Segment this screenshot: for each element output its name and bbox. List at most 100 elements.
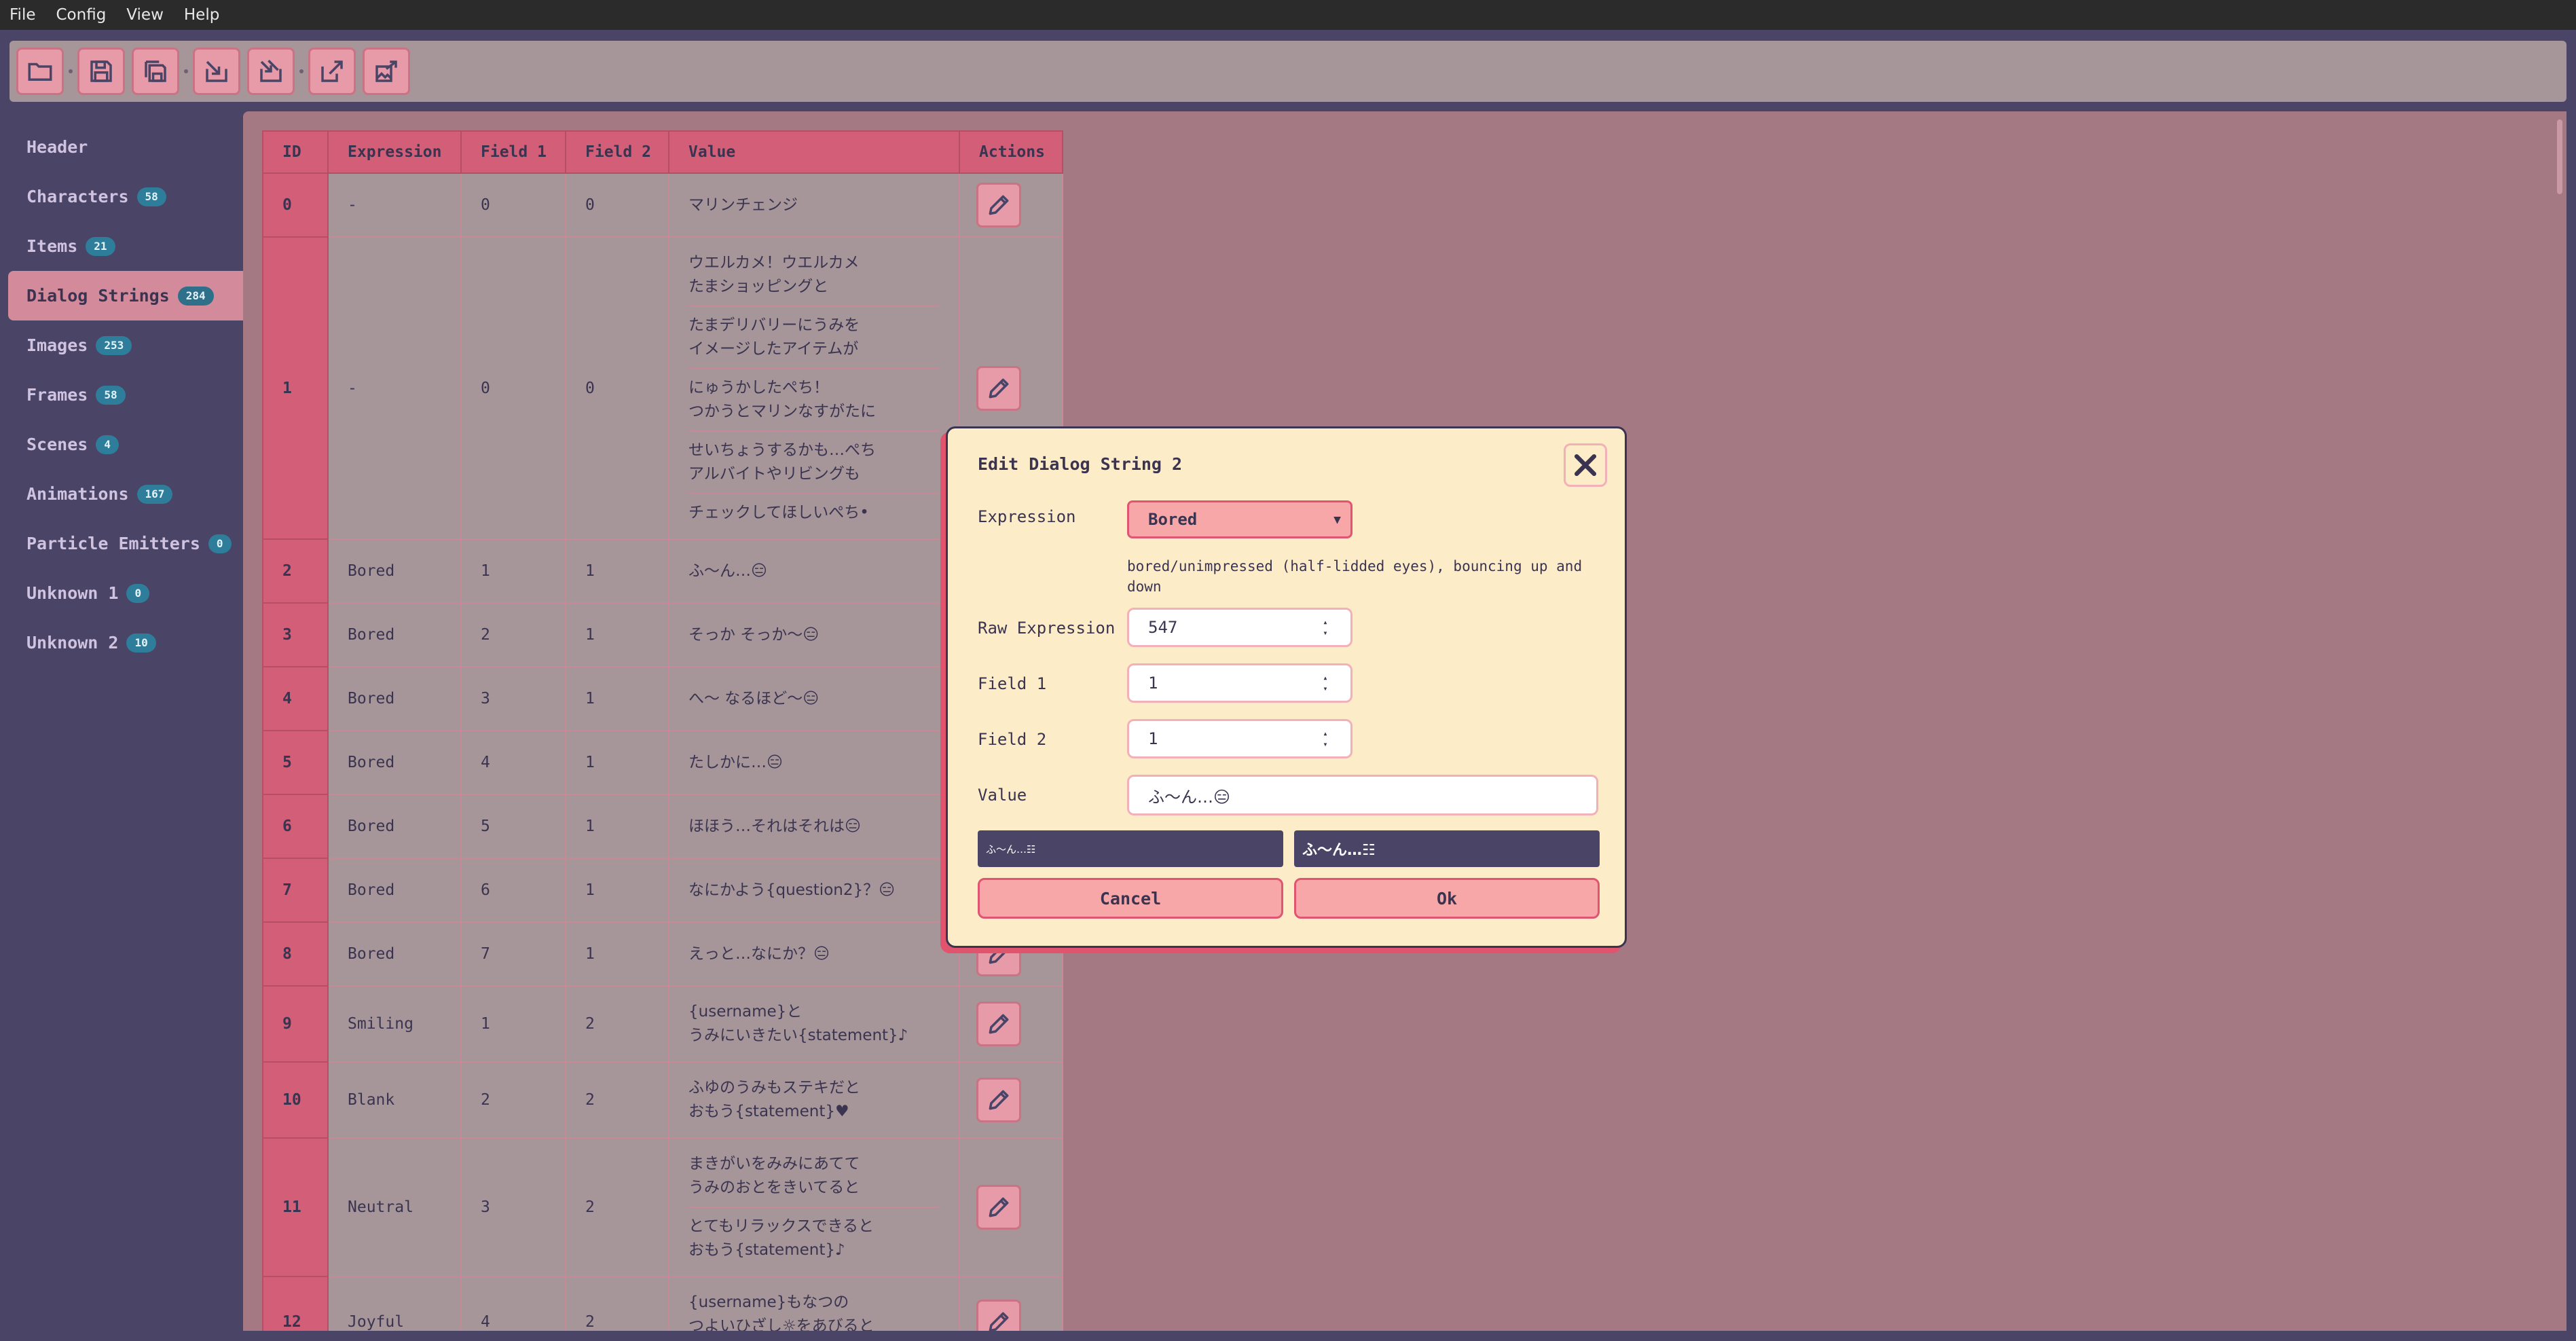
field-1-label: Field 1	[978, 674, 1047, 693]
value-line: へ〜 なるほど〜😑	[688, 689, 820, 708]
cell-expression: Blank	[327, 1061, 462, 1139]
import-all-button[interactable]	[247, 48, 295, 95]
cell-value: まきがいをみみにあてて うみのおとをきいてると とてもリラックスできると おもう{…	[668, 1137, 960, 1277]
cell-id: 5	[262, 730, 329, 795]
spinner-arrows-icon[interactable]: ▴ ▾	[1321, 618, 1330, 637]
column-header-id[interactable]: ID	[262, 130, 329, 174]
sidebar-item-header[interactable]: Header	[0, 122, 243, 172]
pencil-icon	[986, 1194, 1012, 1220]
ok-button[interactable]: Ok	[1294, 878, 1600, 919]
sidebar-item-characters[interactable]: Characters 58	[0, 172, 243, 221]
table-row: 8 Bored 7 1 えっと…なにか？😑	[262, 921, 1063, 987]
spinner-arrows-icon[interactable]: ▴ ▾	[1321, 674, 1330, 693]
value-line: たまデリバリーにうみを イメージしたアイテムが	[688, 307, 940, 369]
folder-open-icon	[28, 62, 52, 81]
sidebar-item-scenes[interactable]: Scenes 4	[0, 420, 243, 469]
export-image-button[interactable]	[363, 48, 410, 95]
cell-value: たしかに…😑	[668, 730, 960, 795]
cell-id: 2	[262, 538, 329, 604]
cell-expression: Bored	[327, 538, 462, 604]
table-row: 6 Bored 5 1 ほほう…それはそれは😑	[262, 794, 1063, 859]
cell-field-2: 1	[565, 730, 669, 795]
close-button[interactable]	[1564, 443, 1607, 487]
expression-selected-value: Bored	[1148, 510, 1198, 529]
edit-dialog: Edit Dialog String 2 Expression Bored ▼ …	[946, 426, 1627, 948]
import-button[interactable]	[193, 48, 240, 95]
export-button[interactable]	[308, 48, 356, 95]
column-header-field-1[interactable]: Field 1	[460, 130, 566, 174]
cell-value: ふ〜ん…😑	[668, 538, 960, 604]
toolbar-separator	[298, 68, 305, 75]
cell-expression: Bored	[327, 602, 462, 667]
sidebar-item-label: Animations	[26, 484, 129, 504]
field-2-input[interactable]: 1 ▴ ▾	[1127, 719, 1353, 758]
cell-field-1: 4	[460, 730, 566, 795]
cell-id: 4	[262, 666, 329, 731]
cell-value: {username}もなつの つよいひざし☼をあびると	[668, 1276, 960, 1331]
value-line: せいちょうするかも…ぺち アルバイトやリビングも	[688, 432, 940, 494]
toolbar	[10, 41, 2566, 102]
table-row: 3 Bored 2 1 そっか そっか〜😑	[262, 602, 1063, 667]
expression-select[interactable]: Bored ▼	[1127, 500, 1353, 538]
preview-small: ふ〜ん…☷	[978, 830, 1283, 867]
count-badge: 0	[208, 534, 232, 553]
sidebar-item-animations[interactable]: Animations 167	[0, 469, 243, 519]
save-button[interactable]	[77, 48, 125, 95]
sidebar-item-label: Images	[26, 335, 88, 355]
count-badge: 58	[96, 385, 126, 405]
menu-config[interactable]: Config	[56, 6, 107, 24]
spinner-arrows-icon[interactable]: ▴ ▾	[1321, 729, 1330, 748]
expression-label: Expression	[978, 507, 1076, 526]
cell-expression: Bored	[327, 666, 462, 731]
sidebar-item-frames[interactable]: Frames 58	[0, 370, 243, 420]
cell-expression: Neutral	[327, 1137, 462, 1277]
open-button[interactable]	[16, 48, 64, 95]
vertical-scrollbar[interactable]	[2557, 120, 2562, 194]
menu-help[interactable]: Help	[184, 6, 219, 24]
value-line: マリンチェンジ	[688, 196, 798, 214]
sidebar-item-images[interactable]: Images 253	[0, 320, 243, 370]
edit-button[interactable]	[976, 183, 1021, 227]
column-header-field-2[interactable]: Field 2	[565, 130, 669, 174]
export-image-icon	[375, 60, 397, 82]
edit-button[interactable]	[976, 1002, 1021, 1046]
cell-value: ほほう…それはそれは😑	[668, 794, 960, 859]
value-input[interactable]: ふ〜ん…😑	[1127, 775, 1598, 815]
table-row: 2 Bored 1 1 ふ〜ん…😑	[262, 538, 1063, 604]
field-1-input[interactable]: 1 ▴ ▾	[1127, 663, 1353, 703]
edit-button[interactable]	[976, 1185, 1021, 1230]
cell-value: えっと…なにか？😑	[668, 921, 960, 987]
cell-field-2: 2	[565, 1276, 669, 1331]
cell-field-1: 4	[460, 1276, 566, 1331]
sidebar-item-unknown-1[interactable]: Unknown 1 0	[0, 568, 243, 618]
edit-button[interactable]	[976, 1300, 1021, 1331]
edit-button[interactable]	[976, 365, 1021, 411]
table-row: 9 Smiling 1 2 {username}と うみにいきたい{statement}…	[262, 985, 1063, 1063]
save-all-button[interactable]	[132, 48, 179, 95]
cell-field-1: 3	[460, 666, 566, 731]
table-body: 0-0 0 マリンチェンジ 1-0 0 ウエルカメ！ウエルカメ たまショッピングと たまデリ…	[262, 172, 1063, 1331]
sidebar-item-unknown-2[interactable]: Unknown 2 10	[0, 618, 243, 667]
sidebar-item-items[interactable]: Items 21	[0, 221, 243, 271]
sidebar-item-label: Scenes	[26, 435, 88, 454]
column-header-actions: Actions	[959, 130, 1063, 174]
cell-expression: Joyful	[327, 1276, 462, 1331]
field-2-value: 1	[1148, 729, 1158, 748]
cell-id: 1	[262, 236, 329, 540]
sidebar-item-dialog-strings[interactable]: Dialog Strings 284	[8, 271, 243, 320]
edit-button[interactable]	[976, 1078, 1021, 1122]
sidebar-item-label: Particle Emitters	[26, 534, 200, 553]
pencil-icon	[986, 1309, 1012, 1331]
cell-id: 9	[262, 985, 329, 1063]
dialog-title: Edit Dialog String 2	[978, 454, 1183, 474]
column-header-value[interactable]: Value	[668, 130, 960, 174]
count-badge: 10	[126, 633, 156, 653]
column-header-expression[interactable]: Expression	[327, 130, 462, 174]
close-icon	[1574, 454, 1597, 477]
raw-expression-input[interactable]: 547 ▴ ▾	[1127, 608, 1353, 647]
menu-view[interactable]: View	[126, 6, 164, 24]
save-icon	[90, 60, 112, 82]
menu-file[interactable]: File	[10, 6, 36, 24]
cancel-button[interactable]: Cancel	[978, 878, 1283, 919]
sidebar-item-particle-emitters[interactable]: Particle Emitters 0	[0, 519, 243, 568]
